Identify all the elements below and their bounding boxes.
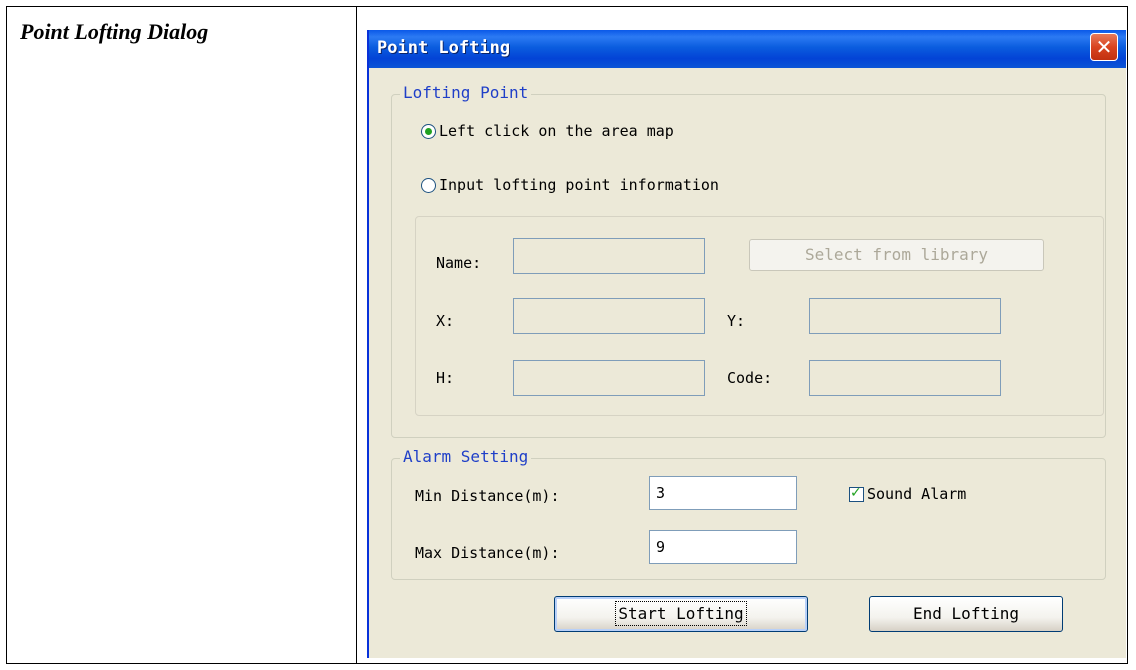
document-caption: Point Lofting Dialog bbox=[20, 19, 209, 44]
radio-input-point-info-label[interactable]: Input lofting point information bbox=[439, 176, 719, 194]
checkbox-checked-icon[interactable] bbox=[849, 485, 864, 502]
end-lofting-label: End Lofting bbox=[913, 604, 1019, 623]
min-distance-field[interactable] bbox=[649, 476, 797, 510]
name-label: Name: bbox=[436, 254, 482, 272]
close-icon: ✕ bbox=[1095, 35, 1113, 59]
radio-left-click-map-label[interactable]: Left click on the area map bbox=[439, 122, 674, 140]
radio-selected-icon[interactable] bbox=[421, 123, 436, 139]
y-field bbox=[809, 298, 1001, 334]
y-input bbox=[810, 299, 1000, 333]
h-input bbox=[514, 361, 704, 395]
x-field bbox=[513, 298, 705, 334]
lofting-point-group-title: Lofting Point bbox=[400, 83, 532, 102]
dialog-titlebar[interactable]: Point Lofting ✕ bbox=[369, 30, 1126, 68]
h-label: H: bbox=[436, 369, 455, 387]
y-label: Y: bbox=[727, 312, 746, 330]
max-distance-field[interactable] bbox=[649, 530, 797, 564]
code-field bbox=[809, 360, 1001, 396]
x-label: X: bbox=[436, 312, 455, 330]
sound-alarm-checkbox[interactable]: Sound Alarm bbox=[849, 485, 966, 503]
select-from-library-label: Select from library bbox=[804, 245, 989, 264]
start-lofting-button[interactable]: Start Lofting bbox=[554, 596, 808, 632]
min-distance-label: Min Distance(m): bbox=[415, 487, 560, 505]
close-button[interactable]: ✕ bbox=[1090, 33, 1118, 61]
dialog-title: Point Lofting bbox=[377, 38, 511, 58]
select-from-library-button: Select from library bbox=[749, 239, 1044, 271]
min-distance-input[interactable] bbox=[650, 477, 796, 509]
radio-input-point-info[interactable]: Input lofting point information bbox=[421, 176, 719, 194]
table-column-divider bbox=[356, 7, 357, 663]
end-lofting-button[interactable]: End Lofting bbox=[869, 596, 1063, 632]
start-lofting-label: Start Lofting bbox=[615, 601, 747, 626]
name-input bbox=[514, 239, 704, 273]
name-field bbox=[513, 238, 705, 274]
radio-unselected-icon[interactable] bbox=[421, 177, 436, 193]
x-input bbox=[514, 299, 704, 333]
radio-left-click-map[interactable]: Left click on the area map bbox=[421, 122, 674, 140]
code-label: Code: bbox=[727, 369, 773, 387]
h-field bbox=[513, 360, 705, 396]
point-lofting-dialog: Point Lofting ✕ Lofting Point Left click… bbox=[367, 30, 1126, 658]
max-distance-label: Max Distance(m): bbox=[415, 544, 560, 562]
code-input bbox=[810, 361, 1000, 395]
sound-alarm-label[interactable]: Sound Alarm bbox=[867, 485, 966, 503]
alarm-setting-group-title: Alarm Setting bbox=[400, 447, 532, 466]
max-distance-input[interactable] bbox=[650, 531, 796, 563]
